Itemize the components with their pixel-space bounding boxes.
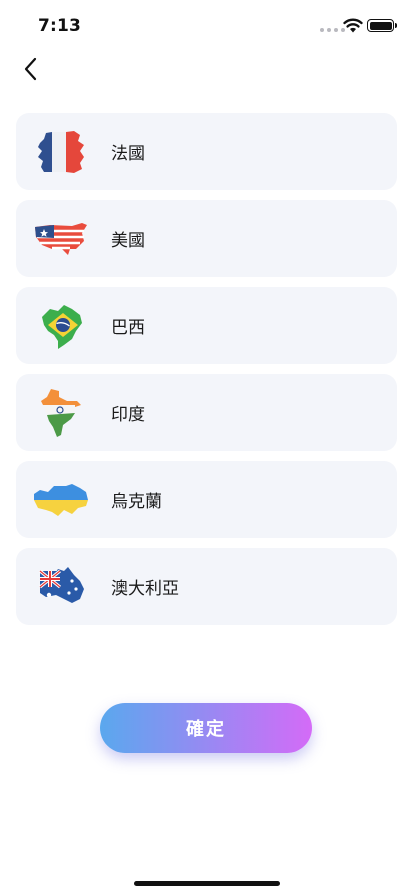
confirm-button[interactable]: 確定 [100, 703, 312, 753]
country-name: 法國 [111, 144, 145, 164]
country-name: 澳大利亞 [111, 579, 179, 599]
chevron-left-icon [24, 57, 37, 81]
status-bar: 7:13 [0, 0, 413, 50]
country-item-usa[interactable]: 美國 [16, 200, 397, 277]
status-time: 7:13 [38, 16, 82, 36]
country-name: 印度 [111, 405, 145, 425]
home-indicator [134, 881, 280, 886]
country-item-brazil[interactable]: 巴西 [16, 287, 397, 364]
brazil-map-flag-icon [28, 293, 94, 359]
ukraine-map-flag-icon [28, 467, 94, 533]
australia-map-flag-icon [28, 554, 94, 620]
country-item-australia[interactable]: 澳大利亞 [16, 548, 397, 625]
back-button[interactable] [14, 52, 46, 86]
country-item-india[interactable]: 印度 [16, 374, 397, 451]
country-item-ukraine[interactable]: 烏克蘭 [16, 461, 397, 538]
country-item-france[interactable]: 法國 [16, 113, 397, 190]
country-name: 烏克蘭 [111, 492, 162, 512]
usa-map-flag-icon [28, 206, 94, 272]
battery-icon [367, 19, 394, 32]
battery-tip [395, 23, 397, 28]
country-name: 巴西 [111, 318, 145, 338]
india-map-flag-icon [28, 380, 94, 446]
france-map-flag-icon [28, 119, 94, 185]
signal-dots-icon [320, 28, 345, 32]
wifi-icon [343, 18, 363, 33]
country-name: 美國 [111, 231, 145, 251]
country-list: 法國 美國 巴西 印度 烏克蘭 澳大利亞 [16, 113, 397, 635]
